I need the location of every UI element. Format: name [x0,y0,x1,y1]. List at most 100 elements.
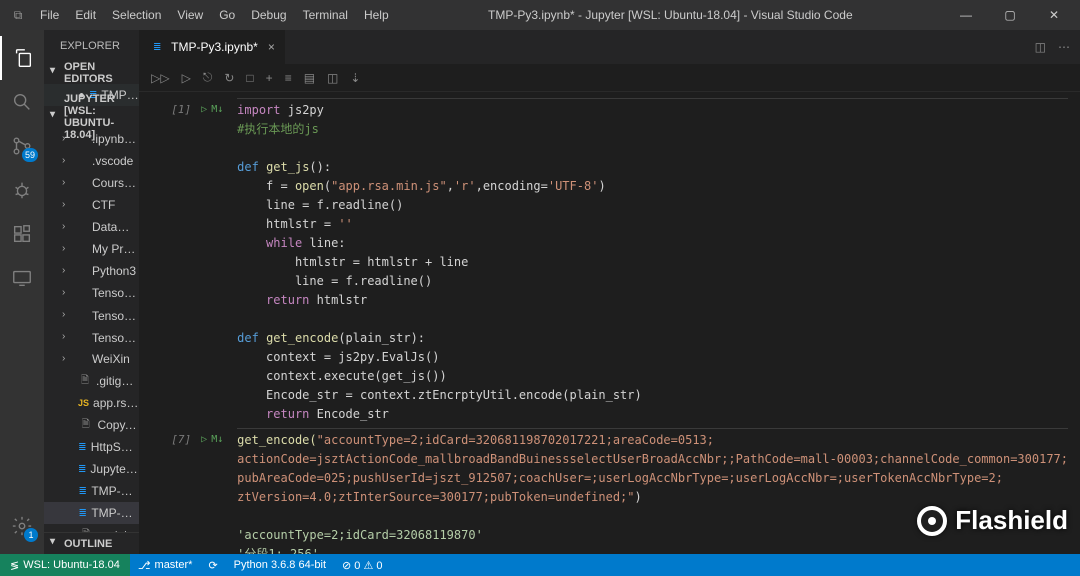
menu-bar: File Edit Selection View Go Debug Termin… [32,4,397,26]
tool-run-icon[interactable]: ▷ [182,71,191,85]
workspace-header[interactable]: Jupyter [WSL: Ubuntu-18.04] [44,106,139,128]
tree-item[interactable]: › TensorFlow 实战Google深度学习框架 [44,326,139,348]
tab-label: TMP-Py3.ipynb* [171,40,258,54]
menu-terminal[interactable]: Terminal [295,4,356,26]
tree-item[interactable]: ›WeiXin [44,348,139,370]
tree-item[interactable]: 🗎uu.txt [44,524,139,532]
status-python[interactable]: Python 3.6.8 64-bit [226,559,334,571]
tree-item[interactable]: 🗎.gitignore [44,370,139,392]
txt-icon: 🗎 [78,417,93,434]
tab-close-icon[interactable]: × [268,40,275,54]
tree-item[interactable]: ›My Project [44,238,139,260]
tool-run-below-icon[interactable]: ⎋ [203,70,213,85]
menu-selection[interactable]: Selection [104,4,169,26]
activity-remote-icon[interactable] [0,256,44,300]
cell-gutter: ▷M↓ [201,98,227,424]
tree-label: app.rsa.min.js [93,396,139,410]
tree-item[interactable]: ›DataMining [44,216,139,238]
run-cell-icon[interactable]: ▷ [201,100,207,424]
notebook-icon: ≣ [149,42,165,53]
tree-label: Copy.txt [97,418,139,432]
tree-item[interactable]: ≣ Jupyter Notebook Magic.ipynb [44,458,139,480]
close-icon[interactable]: ✕ [1032,0,1076,30]
split-editor-icon[interactable]: ◫ [1035,40,1046,54]
more-actions-icon[interactable]: ⋯ [1058,40,1070,54]
cell-exec-count: [7] [151,428,191,554]
tool-save-icon[interactable]: ◫ [327,71,338,85]
cells-container[interactable]: [1] ▷M↓ import js2py #执行本地的js def get_js… [139,92,1080,554]
cell-code[interactable]: import js2py #执行本地的js def get_js(): f = … [237,98,1068,424]
tool-add-cell-icon[interactable]: + [266,71,273,85]
chevron-right-icon: › [62,265,65,276]
tree-item[interactable]: › Python3 [44,260,139,282]
tree-item[interactable]: 🗎 Copy.txt [44,414,139,436]
tree-item[interactable]: ›CTF [44,194,139,216]
code-cell-1[interactable]: [1] ▷M↓ import js2py #执行本地的js def get_js… [151,98,1068,424]
status-branch[interactable]: ⎇ master* [130,559,201,572]
chevron-right-icon: › [62,331,65,342]
tool-variables-icon[interactable]: ▤ [304,71,315,85]
activity-scm-icon[interactable]: 59 [0,124,44,168]
chevron-right-icon: › [62,155,65,166]
tree-label: My Project [92,242,139,256]
tree-item[interactable]: ›TensorFlow 十课 [44,304,139,326]
status-remote[interactable]: ≶ WSL: Ubuntu-18.04 [0,554,130,576]
menu-edit[interactable]: Edit [67,4,104,26]
tree-item[interactable]: JSapp.rsa.min.js [44,392,139,414]
cell-code[interactable]: get_encode("accountType=2;idCard=3206811… [237,428,1068,554]
activity-settings-icon[interactable]: 1 [0,504,44,548]
chevron-right-icon: › [62,133,65,144]
tree-item[interactable]: ›.vscode [44,150,139,172]
tree-item[interactable]: ›TensorFlow [44,282,139,304]
notebook-icon: ≣ [78,486,87,497]
minimize-icon[interactable]: — [944,0,988,30]
menu-view[interactable]: View [169,4,211,26]
tree-label: TMP-Py2.ipynb [91,484,139,498]
status-bar: ≶ WSL: Ubuntu-18.04 ⎇ master* ⟳ Python 3… [0,554,1080,576]
tree-label: Python3 [92,264,136,278]
activity-bar: 59 1 [0,30,44,554]
run-cell-icon[interactable]: ▷ [201,430,207,554]
tree-label: Jupyter Notebook Magic.ipynb [90,462,139,476]
status-sync-icon[interactable]: ⟳ [200,559,225,572]
menu-file[interactable]: File [32,4,67,26]
outline-header[interactable]: Outline [44,532,139,554]
tab-active[interactable]: ≣ TMP-Py3.ipynb* × [139,30,286,64]
notebook-icon: ≣ [78,464,86,475]
tree-label: TensorFlow 实战Google深度学习框架 [92,329,139,346]
tab-actions: ◫ ⋯ [1025,30,1080,64]
tool-run-all-icon[interactable]: ▷▷ [151,71,169,85]
menu-debug[interactable]: Debug [243,4,294,26]
menu-go[interactable]: Go [211,4,243,26]
tool-export-icon[interactable]: ⇣ [350,71,360,85]
open-editors-header[interactable]: Open Editors [44,62,139,84]
tree-item[interactable]: ≣HttpServer.ipynb [44,436,139,458]
activity-debug-icon[interactable] [0,168,44,212]
file-tree: ›.ipynb_checkpoints›.vscode›Coursera›CTF… [44,128,139,532]
code-cell-7[interactable]: [7] ▷M↓ get_encode("accountType=2;idCard… [151,428,1068,554]
tool-interrupt-icon[interactable]: □ [246,71,253,85]
activity-explorer-icon[interactable] [0,36,44,80]
notebook-icon: ≣ [78,442,87,453]
status-problems[interactable]: ⊘ 0 ⚠ 0 [334,559,390,572]
chevron-right-icon: › [62,287,65,298]
maximize-icon[interactable]: ▢ [988,0,1032,30]
chevron-right-icon: › [62,177,65,188]
menu-help[interactable]: Help [356,4,397,26]
scm-badge: 59 [22,148,38,162]
tree-label: TMP-Py3.ipynb [91,506,139,520]
sidebar: Explorer Open Editors ● ≣ TMP-Py3.ipynb*… [44,30,139,554]
tree-item[interactable]: ≣ TMP-Py2.ipynb [44,480,139,502]
tree-item[interactable]: ≣TMP-Py3.ipynb [44,502,139,524]
tree-item[interactable]: ›Coursera [44,172,139,194]
markdown-icon[interactable]: M↓ [211,430,223,554]
activity-search-icon[interactable] [0,80,44,124]
tree-item[interactable]: ›.ipynb_checkpoints [44,128,139,150]
tool-clear-out-icon[interactable]: ≡ [285,71,292,85]
titlebar: ⧉ File Edit Selection View Go Debug Term… [0,0,1080,30]
activity-extensions-icon[interactable] [0,212,44,256]
markdown-icon[interactable]: M↓ [211,100,223,424]
sidebar-header: Explorer [44,30,139,62]
vscode-logo-icon: ⧉ [4,8,32,23]
tool-restart-icon[interactable]: ↻ [224,71,234,85]
